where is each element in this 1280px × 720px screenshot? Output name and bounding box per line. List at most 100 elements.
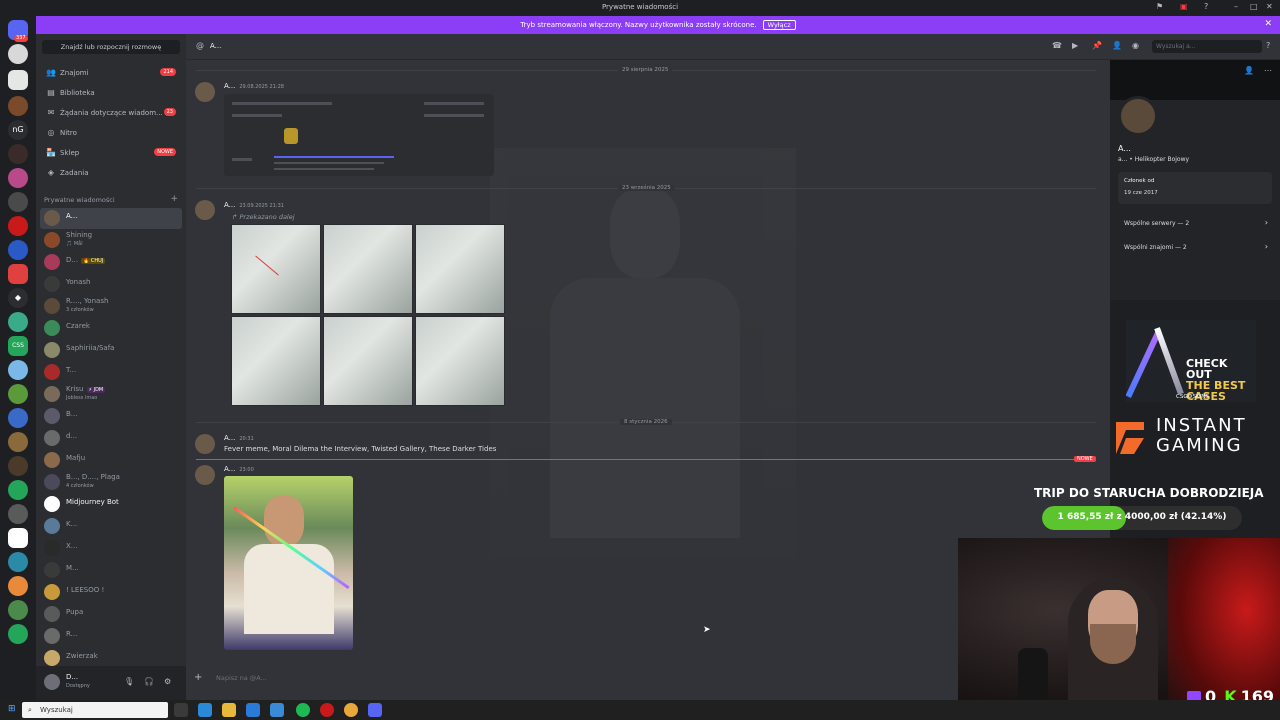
dm-item[interactable]: ! LEESOO ! xyxy=(40,582,182,603)
server-icon[interactable] xyxy=(8,576,28,596)
server-icon[interactable] xyxy=(8,216,28,236)
edge-icon[interactable] xyxy=(198,703,212,717)
map-image[interactable] xyxy=(415,224,505,314)
server-icon[interactable] xyxy=(8,168,28,188)
image-attachment[interactable] xyxy=(224,476,353,650)
search-input[interactable]: Wyszukaj a... xyxy=(1152,40,1262,53)
user-profile-icon[interactable]: ◉ xyxy=(1132,41,1139,50)
avatar[interactable] xyxy=(195,434,215,454)
dm-item[interactable]: D... 🔥 CHUJ xyxy=(40,252,182,273)
dm-item[interactable]: d... xyxy=(40,428,182,449)
server-icon[interactable] xyxy=(8,432,28,452)
server-icon[interactable] xyxy=(8,360,28,380)
file-explorer-icon[interactable] xyxy=(222,703,236,717)
map-image[interactable] xyxy=(231,316,321,406)
store-icon[interactable] xyxy=(270,703,284,717)
server-icon[interactable] xyxy=(8,456,28,476)
server-icon[interactable] xyxy=(8,312,28,332)
dm-item[interactable]: B... xyxy=(40,406,182,427)
dm-item[interactable]: R...., Yonash 3 członków xyxy=(40,296,182,317)
map-image[interactable] xyxy=(323,316,413,406)
map-image[interactable] xyxy=(231,224,321,314)
add-friend-icon[interactable]: 👤 xyxy=(1244,66,1254,75)
dm-item[interactable]: M... xyxy=(40,560,182,581)
obs-icon[interactable] xyxy=(320,703,334,717)
add-friends-icon[interactable]: 👤 xyxy=(1112,41,1122,50)
map-image[interactable] xyxy=(323,224,413,314)
dm-item[interactable]: Czarek xyxy=(40,318,182,339)
dm-item[interactable]: T... xyxy=(40,362,182,383)
server-icon[interactable] xyxy=(8,70,28,90)
help-icon[interactable]: ? xyxy=(1266,41,1270,50)
disable-streamer-mode-button[interactable]: Wyłącz xyxy=(762,20,796,30)
server-icon[interactable] xyxy=(8,408,28,428)
headphones-icon[interactable]: 🎧 xyxy=(144,677,154,686)
server-icon[interactable] xyxy=(8,552,28,572)
server-icon[interactable]: CSS xyxy=(8,336,28,356)
nav-library[interactable]: ▤ Biblioteka xyxy=(40,84,182,102)
dm-item[interactable]: Midjourney Bot xyxy=(40,494,182,515)
map-image[interactable] xyxy=(415,316,505,406)
discord-icon[interactable] xyxy=(368,703,382,717)
server-icon[interactable] xyxy=(8,624,28,644)
close-banner-icon[interactable]: ✕ xyxy=(1264,19,1272,29)
author-name[interactable]: A... xyxy=(224,434,235,442)
server-icon[interactable] xyxy=(8,96,28,116)
mutual-servers-row[interactable]: Wspólne serwery — 2 › xyxy=(1118,214,1272,234)
dm-item[interactable]: Saphiriia/Safa xyxy=(40,340,182,361)
inbox-icon[interactable]: ⚑ xyxy=(1156,2,1163,11)
author-name[interactable]: A... xyxy=(224,82,235,90)
close-window-icon[interactable]: ✕ xyxy=(1266,2,1273,11)
server-icon[interactable]: nG xyxy=(8,120,28,140)
server-icon[interactable] xyxy=(8,264,28,284)
dm-item[interactable]: K... xyxy=(40,516,182,537)
settings-gear-icon[interactable]: ⚙ xyxy=(164,677,171,686)
server-icon[interactable] xyxy=(8,600,28,620)
dm-item[interactable]: B..., D...., Plaga 4 członków xyxy=(40,472,182,493)
screen-share-icon[interactable]: ▣ xyxy=(1180,2,1188,11)
author-name[interactable]: A... xyxy=(224,465,235,473)
server-icon[interactable] xyxy=(8,240,28,260)
find-conversation-button[interactable]: Znajdź lub rozpocznij rozmowę xyxy=(42,40,180,54)
pinned-messages-icon[interactable]: 📌 xyxy=(1092,41,1102,50)
avatar[interactable] xyxy=(195,465,215,485)
avatar[interactable] xyxy=(195,82,215,102)
avatar[interactable] xyxy=(195,200,215,220)
taskbar-search[interactable]: ⌕ Wyszukaj xyxy=(22,702,168,718)
dm-item[interactable]: X... xyxy=(40,538,182,559)
server-icon[interactable] xyxy=(8,44,28,64)
mutual-friends-row[interactable]: Wspólni znajomi — 2 › xyxy=(1118,238,1272,258)
avatar[interactable] xyxy=(1118,96,1158,136)
server-icon[interactable] xyxy=(8,504,28,524)
video-call-icon[interactable]: ▶ xyxy=(1072,41,1078,50)
dm-item[interactable]: Mafju xyxy=(40,450,182,471)
spotify-icon[interactable] xyxy=(296,703,310,717)
help-icon[interactable]: ? xyxy=(1204,2,1208,11)
microphone-icon[interactable]: 🎙 xyxy=(124,677,134,686)
message-embed[interactable] xyxy=(224,94,494,176)
avatar[interactable] xyxy=(44,674,60,690)
nav-quests[interactable]: ◈ Zadania xyxy=(40,164,182,182)
server-icon[interactable] xyxy=(8,480,28,500)
dm-item[interactable]: Pupa xyxy=(40,604,182,625)
task-view-icon[interactable] xyxy=(174,703,188,717)
nav-friends[interactable]: 👥 Znajomi 214 xyxy=(40,64,182,82)
attach-plus-icon[interactable]: + xyxy=(194,672,202,683)
server-icon[interactable] xyxy=(8,528,28,548)
server-icon[interactable] xyxy=(8,144,28,164)
voice-call-icon[interactable]: ☎ xyxy=(1052,41,1062,50)
new-dm-plus-icon[interactable]: + xyxy=(170,194,178,204)
server-icon[interactable]: ◆ xyxy=(8,288,28,308)
dm-item[interactable]: A... xyxy=(40,208,182,229)
nav-shop[interactable]: 🏪 Sklep NOWE xyxy=(40,144,182,162)
server-icon[interactable] xyxy=(8,192,28,212)
maximize-icon[interactable]: □ xyxy=(1250,2,1258,11)
message-input[interactable]: Napisz na @A... xyxy=(216,674,267,682)
dm-item[interactable]: Shining 🎵 Mål xyxy=(40,230,182,251)
dm-item[interactable]: Yonash xyxy=(40,274,182,295)
mail-icon[interactable] xyxy=(246,703,260,717)
nav-nitro[interactable]: ◎ Nitro xyxy=(40,124,182,142)
minimize-icon[interactable]: – xyxy=(1234,2,1238,11)
server-icon[interactable] xyxy=(8,384,28,404)
more-options-icon[interactable]: ⋯ xyxy=(1264,66,1272,75)
